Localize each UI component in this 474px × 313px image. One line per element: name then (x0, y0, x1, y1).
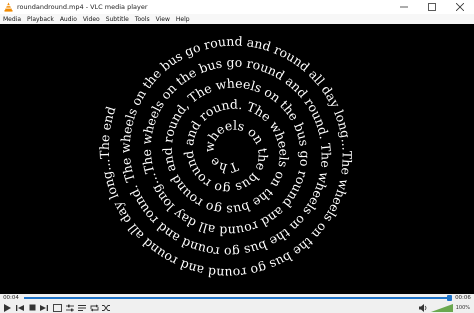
close-button[interactable] (446, 0, 474, 14)
menu-view[interactable]: View (153, 16, 173, 23)
spiral-text-frame: The wheels on the bus go round and round… (97, 33, 355, 281)
seek-progress (24, 297, 450, 299)
menu-audio[interactable]: Audio (57, 16, 80, 23)
menu-video[interactable]: Video (80, 16, 103, 23)
extended-settings-icon[interactable] (64, 302, 76, 313)
menu-playback[interactable]: Playback (24, 16, 57, 23)
video-area[interactable]: The wheels on the bus go round and round… (0, 24, 474, 294)
volume-level: 100% (455, 304, 470, 311)
playlist-icon[interactable] (76, 302, 88, 313)
seek-bar[interactable] (24, 295, 452, 301)
stop-icon[interactable] (26, 302, 38, 313)
seek-row: 00:04 00:06 (0, 294, 474, 302)
shuffle-icon[interactable] (100, 302, 112, 313)
previous-icon[interactable] (14, 302, 26, 313)
vlc-cone-icon (3, 2, 13, 12)
loop-icon[interactable] (88, 302, 100, 313)
volume-control: 100% (418, 302, 470, 313)
elapsed-time: 00:04 (3, 295, 19, 301)
fullscreen-icon[interactable] (50, 302, 64, 313)
menu-media[interactable]: Media (0, 16, 24, 23)
control-bar: 100% (0, 302, 474, 313)
spiral-caption: The wheels on the bus go round and round… (97, 33, 355, 281)
speaker-icon[interactable] (418, 303, 427, 312)
seek-handle[interactable] (447, 295, 452, 301)
title-bar: roundandround.mp4 - VLC media player (0, 0, 474, 14)
spiral-caption-path: The wheels on the bus go round and round… (97, 33, 355, 281)
window-title: roundandround.mp4 - VLC media player (17, 3, 148, 11)
menu-subtitle[interactable]: Subtitle (103, 16, 132, 23)
menu-bar: Media Playback Audio Video Subtitle Tool… (0, 14, 474, 24)
volume-slider[interactable] (430, 303, 454, 313)
maximize-button[interactable] (418, 0, 446, 14)
total-time: 00:06 (455, 295, 471, 301)
menu-tools[interactable]: Tools (132, 16, 153, 23)
minimize-button[interactable] (390, 0, 418, 14)
next-icon[interactable] (38, 302, 50, 313)
play-icon[interactable] (0, 302, 14, 313)
menu-help[interactable]: Help (173, 16, 193, 23)
